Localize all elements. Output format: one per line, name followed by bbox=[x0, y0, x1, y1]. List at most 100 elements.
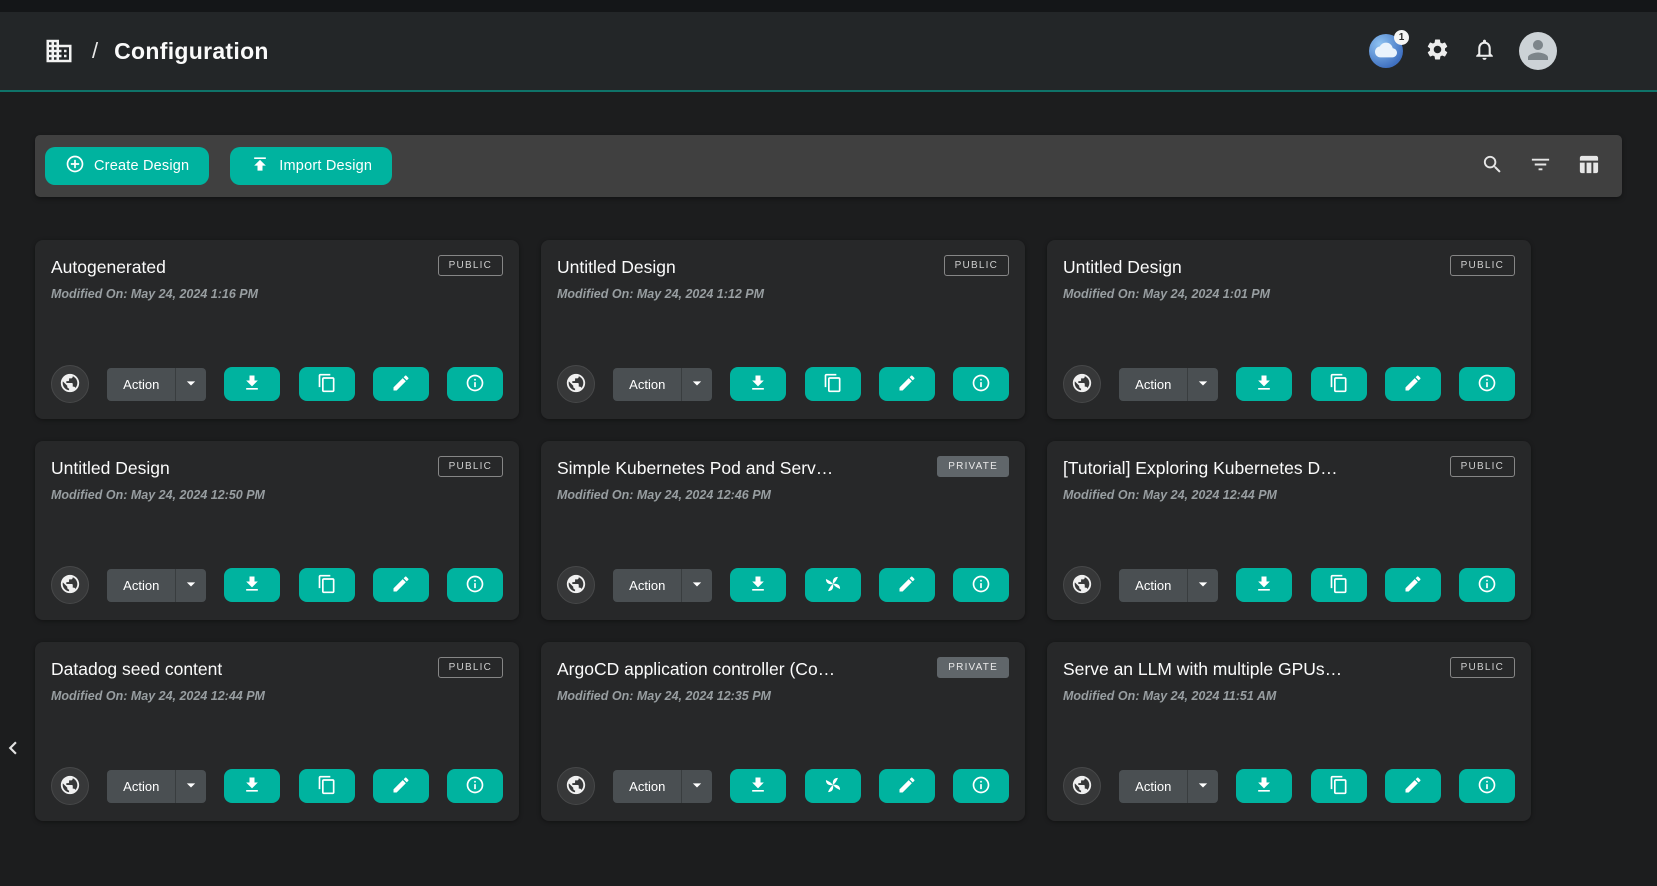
clone-button[interactable] bbox=[1311, 568, 1367, 602]
pencil-icon bbox=[897, 574, 917, 597]
clone-button[interactable] bbox=[805, 367, 861, 401]
download-button[interactable] bbox=[224, 769, 280, 803]
cloud-notifications-button[interactable]: 1 bbox=[1369, 34, 1403, 68]
design-title: Untitled Design bbox=[557, 255, 676, 278]
edit-button[interactable] bbox=[373, 568, 429, 602]
design-card: Autogenerated PUBLIC Modified On: May 24… bbox=[35, 240, 519, 419]
info-icon bbox=[971, 373, 991, 396]
action-button[interactable]: Action bbox=[107, 770, 176, 803]
visibility-badge: PRIVATE bbox=[937, 657, 1009, 678]
action-button[interactable]: Action bbox=[1119, 569, 1188, 602]
chevron-down-icon bbox=[181, 574, 201, 597]
card-actions: Action bbox=[1063, 767, 1515, 805]
download-button[interactable] bbox=[730, 769, 786, 803]
edit-button[interactable] bbox=[1385, 568, 1441, 602]
clone-button[interactable] bbox=[805, 568, 861, 602]
visibility-globe-button[interactable] bbox=[557, 566, 595, 604]
download-button[interactable] bbox=[1236, 769, 1292, 803]
info-button[interactable] bbox=[1459, 367, 1515, 401]
info-button[interactable] bbox=[953, 367, 1009, 401]
edit-button[interactable] bbox=[1385, 367, 1441, 401]
visibility-globe-button[interactable] bbox=[557, 767, 595, 805]
visibility-globe-button[interactable] bbox=[1063, 767, 1101, 805]
action-dropdown-button[interactable] bbox=[176, 569, 206, 602]
user-avatar[interactable] bbox=[1519, 32, 1557, 70]
page-title: Configuration bbox=[114, 38, 269, 65]
modified-date: Modified On: May 24, 2024 1:01 PM bbox=[1063, 287, 1515, 301]
action-dropdown-button[interactable] bbox=[682, 770, 712, 803]
visibility-globe-button[interactable] bbox=[51, 767, 89, 805]
action-button[interactable]: Action bbox=[107, 368, 176, 401]
action-dropdown-button[interactable] bbox=[682, 569, 712, 602]
info-button[interactable] bbox=[447, 769, 503, 803]
action-dropdown-button[interactable] bbox=[176, 770, 206, 803]
action-button[interactable]: Action bbox=[107, 569, 176, 602]
create-design-button[interactable]: Create Design bbox=[45, 147, 209, 185]
edit-button[interactable] bbox=[1385, 769, 1441, 803]
design-card: Untitled Design PUBLIC Modified On: May … bbox=[35, 441, 519, 620]
info-icon bbox=[971, 574, 991, 597]
visibility-globe-button[interactable] bbox=[1063, 566, 1101, 604]
visibility-globe-button[interactable] bbox=[557, 365, 595, 403]
card-header: ArgoCD application controller (Co… PRIVA… bbox=[557, 657, 1009, 680]
action-dropdown-button[interactable] bbox=[1188, 368, 1218, 401]
action-button-label: Action bbox=[123, 377, 159, 392]
clone-button[interactable] bbox=[1311, 367, 1367, 401]
notifications-button[interactable] bbox=[1472, 37, 1497, 65]
table-view-button[interactable] bbox=[1577, 153, 1600, 179]
download-button[interactable] bbox=[730, 568, 786, 602]
settings-button[interactable] bbox=[1425, 37, 1450, 65]
info-icon bbox=[971, 775, 991, 798]
visibility-globe-button[interactable] bbox=[1063, 365, 1101, 403]
download-button[interactable] bbox=[1236, 568, 1292, 602]
clone-button[interactable] bbox=[299, 568, 355, 602]
info-button[interactable] bbox=[1459, 769, 1515, 803]
edit-button[interactable] bbox=[879, 769, 935, 803]
pencil-icon bbox=[391, 373, 411, 396]
action-dropdown-button[interactable] bbox=[1188, 770, 1218, 803]
import-design-label: Import Design bbox=[279, 158, 372, 174]
action-split-button: Action bbox=[107, 569, 206, 602]
action-dropdown-button[interactable] bbox=[682, 368, 712, 401]
edit-button[interactable] bbox=[373, 769, 429, 803]
download-button[interactable] bbox=[730, 367, 786, 401]
card-actions: Action bbox=[557, 767, 1009, 805]
collapse-drawer-button[interactable] bbox=[0, 734, 24, 764]
action-button-label: Action bbox=[629, 578, 665, 593]
info-button[interactable] bbox=[1459, 568, 1515, 602]
action-button[interactable]: Action bbox=[613, 770, 682, 803]
visibility-globe-button[interactable] bbox=[51, 365, 89, 403]
clone-button[interactable] bbox=[299, 367, 355, 401]
action-dropdown-button[interactable] bbox=[176, 368, 206, 401]
download-button[interactable] bbox=[224, 367, 280, 401]
filter-button[interactable] bbox=[1529, 153, 1552, 179]
clone-button[interactable] bbox=[1311, 769, 1367, 803]
clone-button[interactable] bbox=[299, 769, 355, 803]
import-design-button[interactable]: Import Design bbox=[230, 147, 392, 185]
chevron-down-icon bbox=[1193, 775, 1213, 798]
download-icon bbox=[1254, 373, 1274, 396]
action-dropdown-button[interactable] bbox=[1188, 569, 1218, 602]
card-header: Serve an LLM with multiple GPUs… PUBLIC bbox=[1063, 657, 1515, 680]
action-button[interactable]: Action bbox=[613, 368, 682, 401]
info-button[interactable] bbox=[953, 769, 1009, 803]
info-button[interactable] bbox=[447, 367, 503, 401]
action-button[interactable]: Action bbox=[613, 569, 682, 602]
globe-icon bbox=[1071, 573, 1093, 598]
download-icon bbox=[748, 574, 768, 597]
download-button[interactable] bbox=[224, 568, 280, 602]
action-button[interactable]: Action bbox=[1119, 368, 1188, 401]
clone-button[interactable] bbox=[805, 769, 861, 803]
visibility-globe-button[interactable] bbox=[51, 566, 89, 604]
design-title: [Tutorial] Exploring Kubernetes D… bbox=[1063, 456, 1338, 479]
header-actions: 1 bbox=[1369, 32, 1557, 70]
action-button-label: Action bbox=[1135, 779, 1171, 794]
download-button[interactable] bbox=[1236, 367, 1292, 401]
action-button[interactable]: Action bbox=[1119, 770, 1188, 803]
edit-button[interactable] bbox=[373, 367, 429, 401]
edit-button[interactable] bbox=[879, 367, 935, 401]
edit-button[interactable] bbox=[879, 568, 935, 602]
info-button[interactable] bbox=[953, 568, 1009, 602]
info-button[interactable] bbox=[447, 568, 503, 602]
search-button[interactable] bbox=[1481, 153, 1504, 179]
